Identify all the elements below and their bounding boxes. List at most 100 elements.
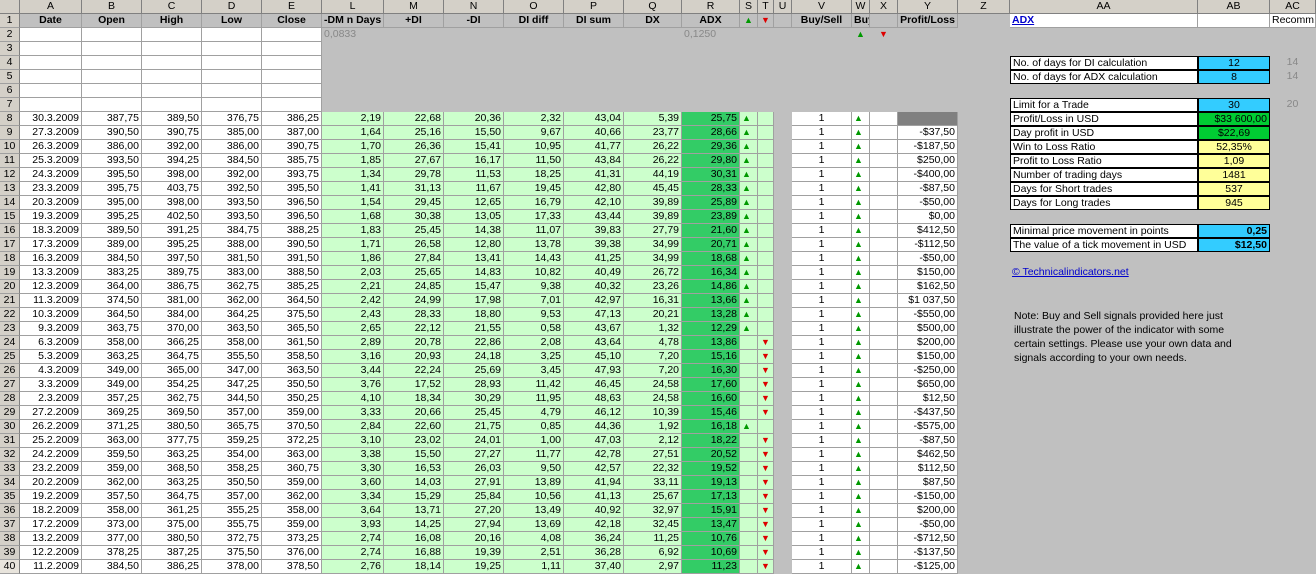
cell-n11[interactable]: 16,17 [444, 154, 504, 168]
cell-m19[interactable]: 25,65 [384, 266, 444, 280]
cell-p8[interactable]: 43,04 [564, 112, 624, 126]
cell-v8[interactable]: 1 [792, 112, 852, 126]
cell-r25[interactable]: 15,16 [682, 350, 740, 364]
cell-m38[interactable]: 16,08 [384, 532, 444, 546]
corner-cell[interactable] [0, 0, 20, 14]
cell-b33[interactable]: 359,00 [82, 462, 142, 476]
cell-c25[interactable]: 364,75 [142, 350, 202, 364]
cell-d21[interactable]: 362,00 [202, 294, 262, 308]
cell-r28[interactable]: 16,60 [682, 392, 740, 406]
value-long[interactable]: 945 [1198, 196, 1270, 210]
cell-c21[interactable]: 381,00 [142, 294, 202, 308]
cell-t16[interactable] [758, 224, 774, 238]
cell-n16[interactable]: 14,38 [444, 224, 504, 238]
cell-d6[interactable] [202, 84, 262, 98]
cell-l21[interactable]: 2,42 [322, 294, 384, 308]
cell-y32[interactable]: $462,50 [898, 448, 958, 462]
cell-r35[interactable]: 17,13 [682, 490, 740, 504]
cell-c38[interactable]: 380,50 [142, 532, 202, 546]
column-header-l[interactable]: L [322, 0, 384, 14]
cell-e36[interactable]: 358,00 [262, 504, 322, 518]
spreadsheet-grid[interactable]: A B C D E L M N O P Q R S T U V W X Y Z AA AB AC 1 2 3 4 5 6 7 8 9 10 11 1… [0, 0, 1316, 574]
cell-a10[interactable]: 26.3.2009 [20, 140, 82, 154]
cell-x24[interactable] [870, 336, 898, 350]
value-tick[interactable]: $12,50 [1198, 238, 1270, 252]
header-m[interactable]: +DI [384, 14, 444, 28]
cell-y35[interactable]: -$150,00 [898, 490, 958, 504]
column-header-y[interactable]: Y [898, 0, 958, 14]
row-header-16[interactable]: 16 [0, 224, 20, 238]
cell-s9[interactable]: ▲ [740, 126, 758, 140]
cell-q39[interactable]: 6,92 [624, 546, 682, 560]
cell-b19[interactable]: 383,25 [82, 266, 142, 280]
cell-u9[interactable] [774, 126, 792, 140]
cell-p31[interactable]: 47,03 [564, 434, 624, 448]
cell-t39[interactable]: ▼ [758, 546, 774, 560]
cell-y34[interactable]: $87,50 [898, 476, 958, 490]
cell-w26[interactable]: ▲ [852, 364, 870, 378]
cell-t19[interactable] [758, 266, 774, 280]
cell-r27[interactable]: 17,60 [682, 378, 740, 392]
cell-a22[interactable]: 10.3.2009 [20, 308, 82, 322]
cell-s23[interactable]: ▲ [740, 322, 758, 336]
cell-r33[interactable]: 19,52 [682, 462, 740, 476]
column-header-n[interactable]: N [444, 0, 504, 14]
cell-u20[interactable] [774, 280, 792, 294]
cell-l25[interactable]: 3,16 [322, 350, 384, 364]
cell-o16[interactable]: 11,07 [504, 224, 564, 238]
cell-m32[interactable]: 15,50 [384, 448, 444, 462]
cell-v16[interactable]: 1 [792, 224, 852, 238]
cell-d10[interactable]: 386,00 [202, 140, 262, 154]
cell-v29[interactable]: 1 [792, 406, 852, 420]
column-header-e[interactable]: E [262, 0, 322, 14]
cell-y38[interactable]: -$712,50 [898, 532, 958, 546]
row-header-21[interactable]: 21 [0, 294, 20, 308]
cell-n35[interactable]: 25,84 [444, 490, 504, 504]
cell-d8[interactable]: 376,75 [202, 112, 262, 126]
cell-y8[interactable] [898, 112, 958, 126]
cell-w30[interactable]: ▲ [852, 420, 870, 434]
cell-l9[interactable]: 1,64 [322, 126, 384, 140]
cell-a6[interactable] [20, 84, 82, 98]
copyright-link[interactable]: © Technicalindicators.net [1010, 266, 1198, 280]
cell-v35[interactable]: 1 [792, 490, 852, 504]
cell-o40[interactable]: 1,11 [504, 560, 564, 574]
header-s[interactable]: ▲ [740, 14, 758, 28]
cell-b18[interactable]: 384,50 [82, 252, 142, 266]
column-header-z[interactable]: Z [958, 0, 1010, 14]
row-header-29[interactable]: 29 [0, 406, 20, 420]
cell-p19[interactable]: 40,49 [564, 266, 624, 280]
label-pl_label[interactable]: Profit/Loss in USD [1010, 112, 1198, 126]
cell-s28[interactable] [740, 392, 758, 406]
cell-q38[interactable]: 11,25 [624, 532, 682, 546]
cell-d30[interactable]: 365,75 [202, 420, 262, 434]
cell-m30[interactable]: 22,60 [384, 420, 444, 434]
cell-s25[interactable] [740, 350, 758, 364]
cell-q12[interactable]: 44,19 [624, 168, 682, 182]
column-header-d[interactable]: D [202, 0, 262, 14]
cell-v25[interactable]: 1 [792, 350, 852, 364]
cell-x9[interactable] [870, 126, 898, 140]
cell-l33[interactable]: 3,30 [322, 462, 384, 476]
cell-e25[interactable]: 358,50 [262, 350, 322, 364]
cell-t21[interactable] [758, 294, 774, 308]
cell-e11[interactable]: 385,75 [262, 154, 322, 168]
cell-q40[interactable]: 2,97 [624, 560, 682, 574]
cell-b27[interactable]: 349,00 [82, 378, 142, 392]
row-header-8[interactable]: 8 [0, 112, 20, 126]
cell-v33[interactable]: 1 [792, 462, 852, 476]
cell-u29[interactable] [774, 406, 792, 420]
cell-o9[interactable]: 9,67 [504, 126, 564, 140]
cell-b25[interactable]: 363,25 [82, 350, 142, 364]
cell-p39[interactable]: 36,28 [564, 546, 624, 560]
cell-q19[interactable]: 26,72 [624, 266, 682, 280]
cell-c39[interactable]: 387,25 [142, 546, 202, 560]
cell-d4[interactable] [202, 56, 262, 70]
cell-o38[interactable]: 4,08 [504, 532, 564, 546]
cell-q20[interactable]: 23,26 [624, 280, 682, 294]
row-header-23[interactable]: 23 [0, 322, 20, 336]
cell-n15[interactable]: 13,05 [444, 210, 504, 224]
cell-l35[interactable]: 3,34 [322, 490, 384, 504]
cell-t38[interactable]: ▼ [758, 532, 774, 546]
cell-w36[interactable]: ▲ [852, 504, 870, 518]
